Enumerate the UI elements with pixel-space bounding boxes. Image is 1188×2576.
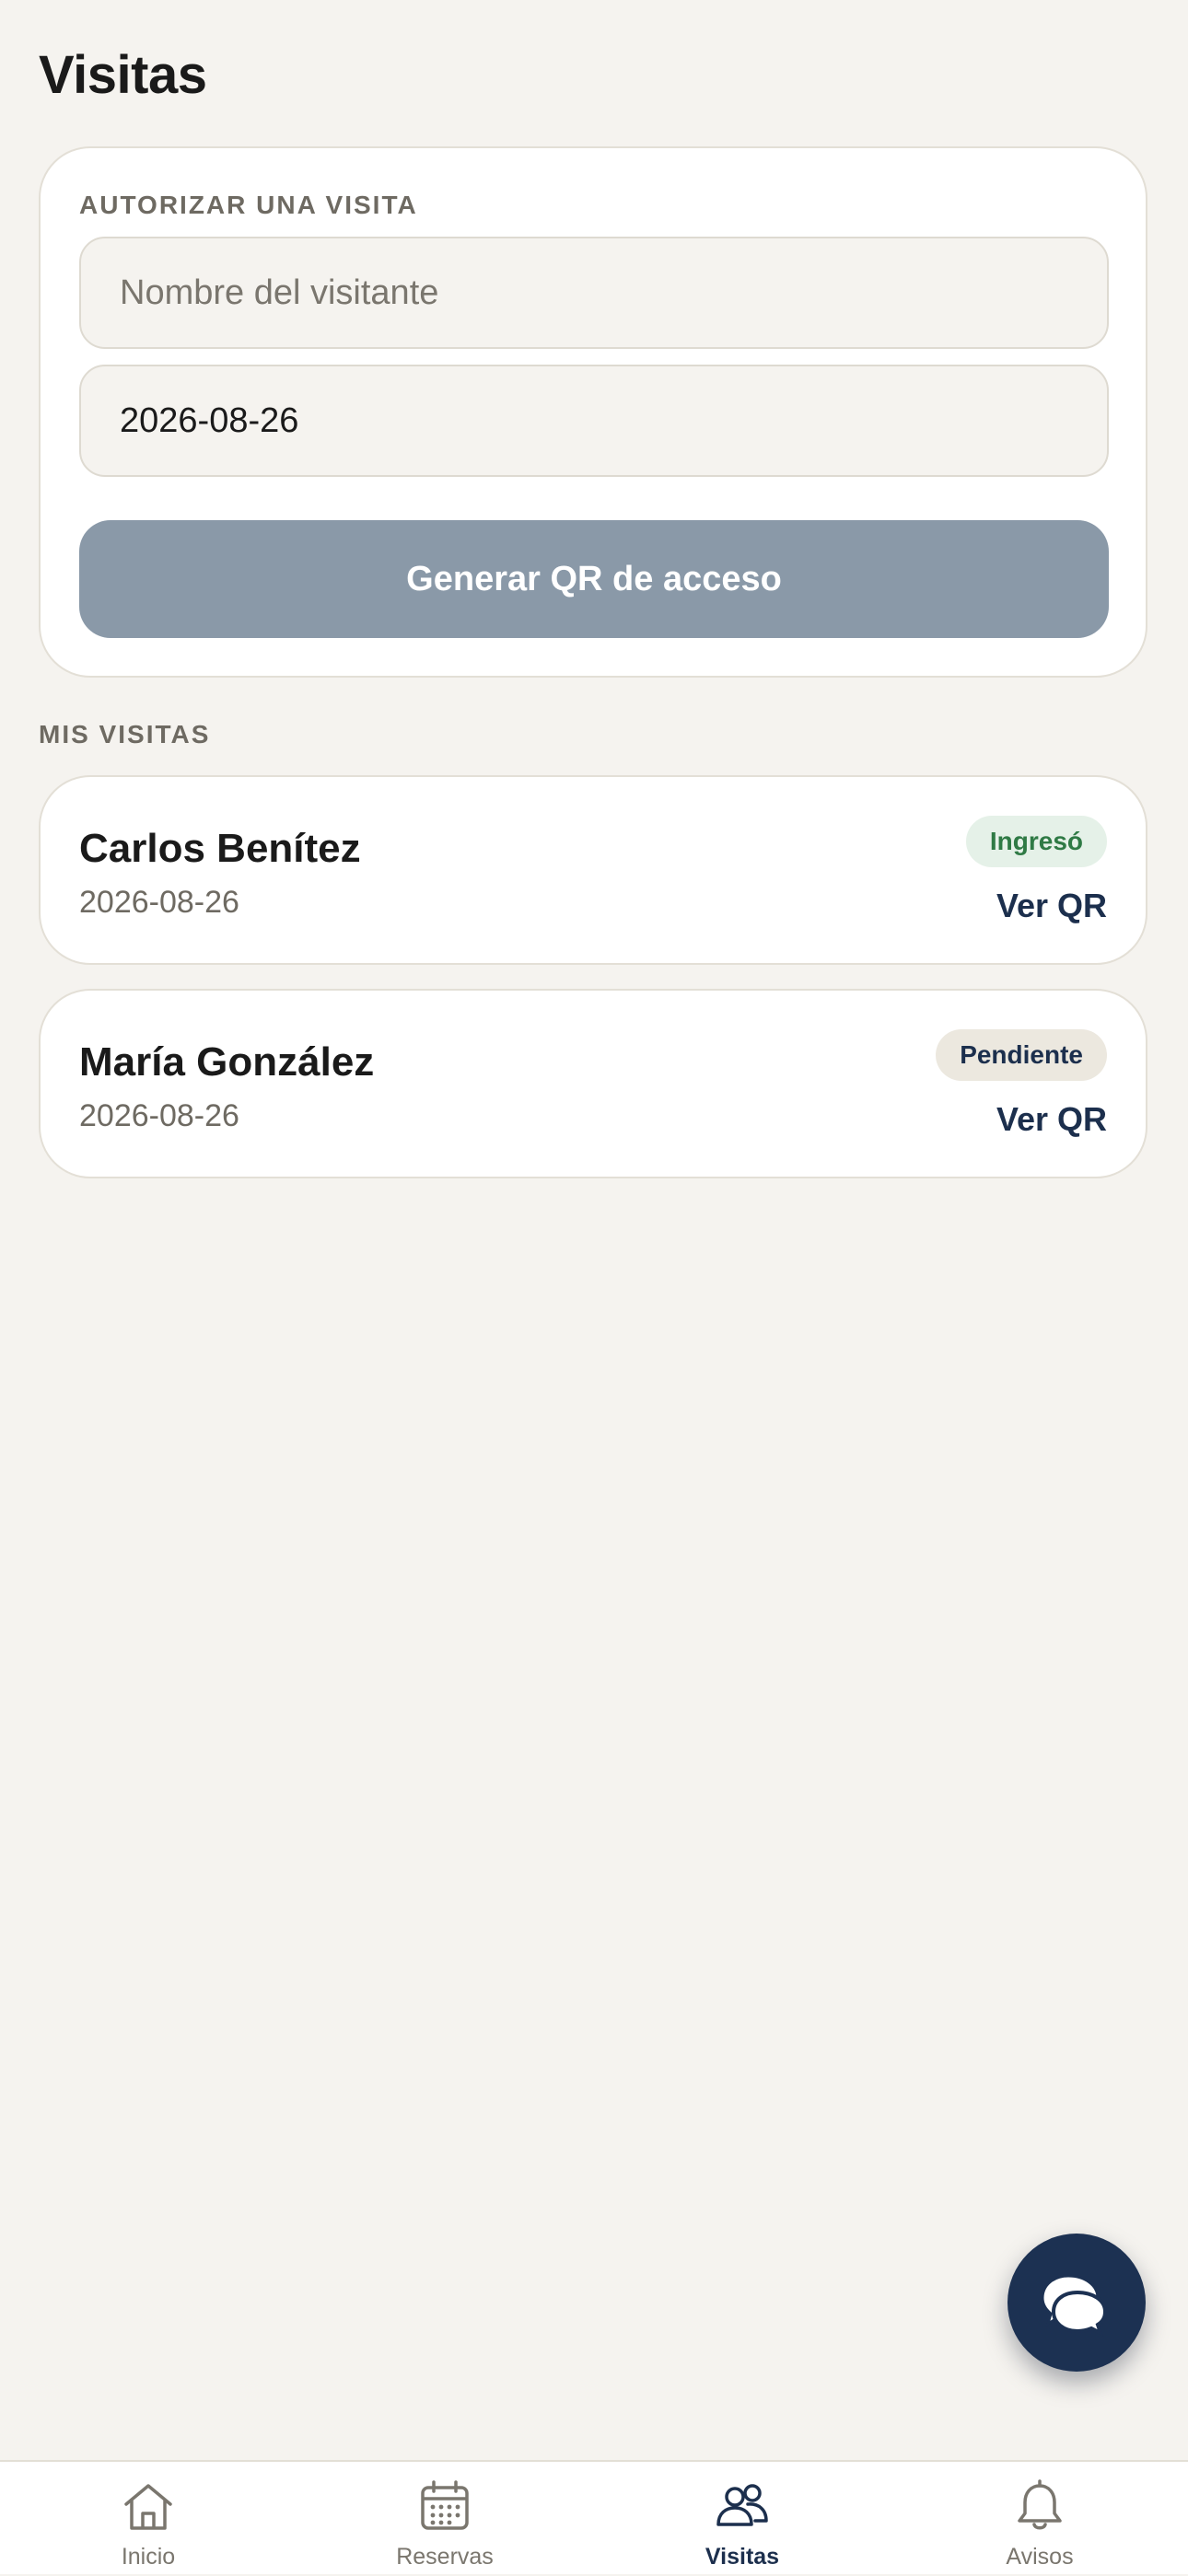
bottom-tab-bar: Inicio Reservas Visitas Avisos (0, 2460, 1188, 2574)
users-icon (716, 2484, 768, 2526)
my-visits-section-label: MIS VISITAS (39, 720, 211, 748)
tab-inicio[interactable]: Inicio (0, 2462, 297, 2576)
generate-qr-button[interactable]: Generar QR de acceso (79, 520, 1109, 638)
status-badge: Ingresó (965, 816, 1107, 867)
view-qr-link[interactable]: Ver QR (996, 1099, 1107, 1140)
visit-date: 2026-08-26 (79, 885, 239, 920)
chat-bubbles-icon (1041, 2274, 1108, 2337)
tab-reservas[interactable]: Reservas (297, 2462, 593, 2576)
home-icon (124, 2484, 172, 2530)
tab-label: Reservas (396, 2544, 494, 2570)
authorize-visit-card: AUTORIZAR UNA VISITA Generar QR de acces… (39, 146, 1147, 678)
tab-label: Inicio (121, 2544, 176, 2570)
status-badge: Pendiente (936, 1029, 1107, 1081)
bell-icon (1018, 2479, 1062, 2530)
chat-button[interactable] (1007, 2234, 1146, 2372)
page-title: Visitas (39, 45, 207, 105)
tab-visitas[interactable]: Visitas (594, 2462, 891, 2576)
view-qr-link[interactable]: Ver QR (996, 886, 1107, 926)
visitor-name-input[interactable] (79, 237, 1109, 349)
visit-card[interactable]: Carlos Benítez 2026-08-26 Ingresó Ver QR (39, 775, 1147, 965)
visitor-name: Carlos Benítez (79, 826, 361, 871)
visit-date: 2026-08-26 (79, 1098, 239, 1133)
visit-card[interactable]: María González 2026-08-26 Pendiente Ver … (39, 989, 1147, 1178)
tab-label: Avisos (1006, 2544, 1074, 2570)
calendar-icon (421, 2480, 469, 2530)
authorize-section-label: AUTORIZAR UNA VISITA (79, 191, 418, 219)
tab-label: Visitas (705, 2544, 780, 2570)
visit-date-input[interactable] (79, 365, 1109, 477)
tab-avisos[interactable]: Avisos (891, 2462, 1188, 2576)
visitor-name: María González (79, 1039, 375, 1085)
